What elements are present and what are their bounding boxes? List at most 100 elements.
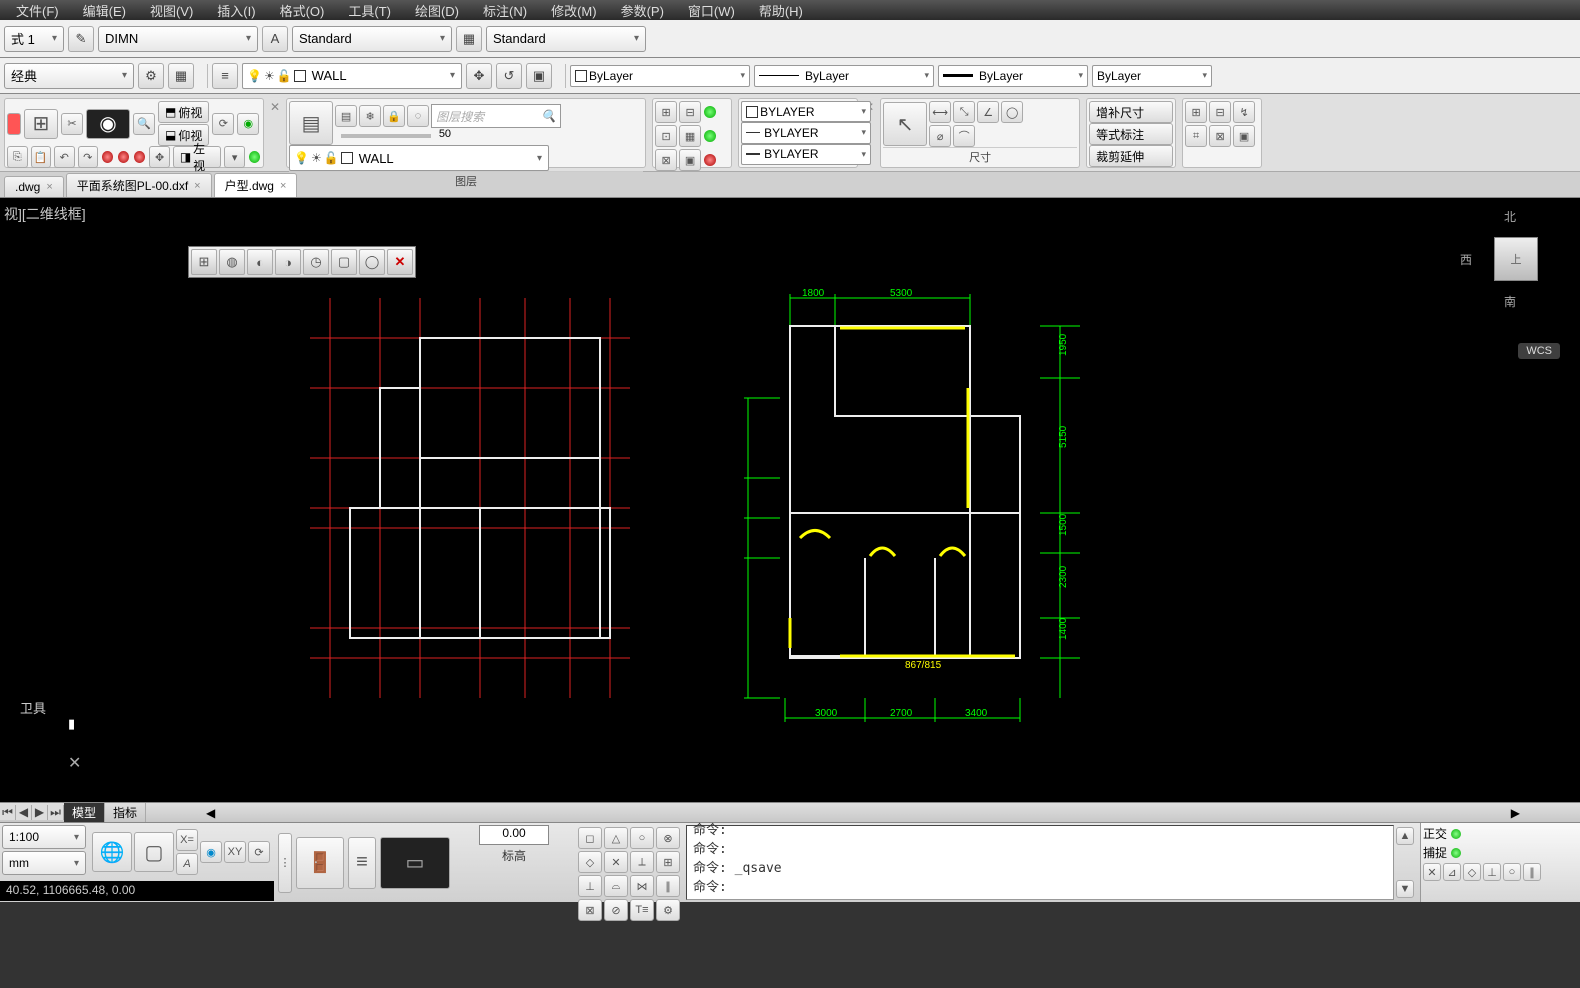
dim-arc-icon[interactable]: ⌒ bbox=[953, 125, 975, 147]
tab-first-icon[interactable]: ⏮ bbox=[0, 805, 16, 820]
snap-label[interactable]: 捕捉 bbox=[1423, 844, 1447, 861]
ft-grid-icon[interactable]: ⊞ bbox=[191, 249, 217, 275]
menu-file[interactable]: 文件(F) bbox=[4, 1, 71, 20]
copy-icon[interactable]: ⎘ bbox=[7, 146, 28, 168]
a-italic-icon[interactable]: A bbox=[176, 853, 198, 875]
pencil-icon[interactable]: ✎ bbox=[68, 26, 94, 52]
compass-s[interactable]: 南 bbox=[1460, 293, 1560, 310]
tool-c-icon[interactable]: ↯ bbox=[1233, 101, 1255, 123]
scroll-right-icon[interactable]: ▶ bbox=[1511, 806, 1520, 820]
tab-next-icon[interactable]: ▶ bbox=[32, 805, 48, 820]
globe-icon[interactable]: 🌐 bbox=[92, 832, 132, 872]
layer-search-input[interactable]: 图层搜索🔍 bbox=[431, 104, 561, 128]
layer-states-icon[interactable]: ▤ bbox=[335, 105, 357, 127]
snap-set-icon[interactable]: ⚙ bbox=[656, 899, 680, 921]
viewcube-icon[interactable]: ▾ bbox=[224, 146, 245, 168]
snap-none-icon[interactable]: ⊘ bbox=[604, 899, 628, 921]
stamp-icon[interactable]: ⊞ bbox=[24, 109, 58, 139]
layer-big-icon[interactable]: ▤ bbox=[289, 101, 333, 145]
dim-aligned-icon[interactable]: ⤡ bbox=[953, 101, 975, 123]
st-d-icon[interactable]: ⊥ bbox=[1483, 863, 1501, 881]
led-1-icon[interactable] bbox=[704, 106, 716, 118]
text-style-combo-2[interactable]: Standard bbox=[486, 26, 646, 52]
doc-tab-3[interactable]: 户型.dwg× bbox=[214, 173, 298, 197]
dim-cursor-icon[interactable]: ↖ bbox=[883, 102, 927, 146]
color-combo[interactable]: ByLayer bbox=[570, 65, 750, 87]
bylayer-combo-2[interactable]: BYLAYER bbox=[741, 122, 871, 143]
layer-lock-icon[interactable]: 🔒 bbox=[383, 105, 405, 127]
layout-tab[interactable]: 指标 bbox=[105, 803, 146, 822]
xy-icon[interactable]: XY bbox=[224, 841, 246, 863]
dim-linear-icon[interactable]: ⟷ bbox=[929, 101, 951, 123]
snap-cen-icon[interactable]: ○ bbox=[630, 827, 654, 849]
ortho-led-icon[interactable] bbox=[1451, 829, 1461, 839]
layer-ribbon-combo[interactable]: 💡 ☀ 🔓 WALL bbox=[289, 145, 549, 171]
bylayer-combo-1[interactable]: BYLAYER bbox=[741, 101, 871, 122]
go-dot-icon[interactable] bbox=[249, 151, 260, 163]
close-icon[interactable]: × bbox=[46, 181, 52, 193]
transparency-slider[interactable] bbox=[341, 134, 431, 138]
menu-help[interactable]: 帮助(H) bbox=[747, 1, 815, 20]
tool-a-icon[interactable]: ⊞ bbox=[1185, 101, 1207, 123]
menu-tools[interactable]: 工具(T) bbox=[336, 1, 403, 20]
tab-last-icon[interactable]: ⏭ bbox=[48, 805, 64, 820]
unit-combo[interactable]: mm bbox=[2, 851, 86, 875]
record-dot-icon[interactable] bbox=[102, 151, 113, 163]
tool-d-icon[interactable]: ⌗ bbox=[1185, 125, 1207, 147]
nav-icon[interactable]: ◉ bbox=[237, 113, 259, 135]
tool-b-icon[interactable]: ⊟ bbox=[1209, 101, 1231, 123]
layer-freeze-icon[interactable]: ❄ bbox=[359, 105, 381, 127]
doc-tab-1[interactable]: .dwg× bbox=[4, 176, 64, 197]
elevation-input[interactable]: 0.00 bbox=[479, 825, 549, 845]
led-2-icon[interactable] bbox=[704, 130, 716, 142]
workspace-save-icon[interactable]: ▦ bbox=[168, 63, 194, 89]
doc-tab-2[interactable]: 平面系统图PL-00.dxf× bbox=[66, 173, 212, 197]
menu-view[interactable]: 视图(V) bbox=[138, 1, 205, 20]
ft-box-icon[interactable]: ▢ bbox=[331, 249, 357, 275]
snap-int-icon[interactable]: ✕ bbox=[604, 851, 628, 873]
undo-icon[interactable]: ↶ bbox=[54, 146, 75, 168]
menu-modify[interactable]: 修改(M) bbox=[539, 1, 609, 20]
redo-icon[interactable]: ↷ bbox=[78, 146, 99, 168]
floating-toolbar[interactable]: ⊞ ◍ ◐ ◑ ◷ ▢ ◯ ✕ bbox=[188, 246, 416, 278]
ortho-label[interactable]: 正交 bbox=[1423, 825, 1447, 842]
dim-name-combo[interactable]: DIMN bbox=[98, 26, 258, 52]
snap-from-icon[interactable]: T≡ bbox=[630, 899, 654, 921]
tool-e-icon[interactable]: ⊠ bbox=[1209, 125, 1231, 147]
panel-close-icon[interactable]: ✕ bbox=[270, 98, 280, 114]
layer-props-icon[interactable]: ≡ bbox=[212, 63, 238, 89]
viewcube-top[interactable]: 上 bbox=[1494, 237, 1538, 281]
snap-node-icon[interactable]: ⊗ bbox=[656, 827, 680, 849]
compass-w[interactable]: 西 bbox=[1460, 251, 1472, 268]
st-c-icon[interactable]: ◇ bbox=[1463, 863, 1481, 881]
snap-ext-icon[interactable]: ⟂ bbox=[630, 851, 654, 873]
zoom-icon[interactable]: 🔍 bbox=[133, 113, 155, 135]
st-a-icon[interactable]: ✕ bbox=[1423, 863, 1441, 881]
command-line[interactable]: 命令: 命令: 命令: _qsave 命令: bbox=[686, 825, 1394, 900]
snap-nea-icon[interactable]: ⋈ bbox=[630, 875, 654, 897]
stop-dot-icon[interactable] bbox=[118, 151, 129, 163]
layer-off-icon[interactable]: ◌ bbox=[407, 105, 429, 127]
linetype-combo[interactable]: ByLayer bbox=[754, 65, 934, 87]
st-b-icon[interactable]: ⊿ bbox=[1443, 863, 1461, 881]
menu-format[interactable]: 格式(O) bbox=[268, 1, 337, 20]
view-label[interactable]: 视][二维线框] bbox=[4, 204, 86, 224]
scroll-left-icon[interactable]: ◀ bbox=[206, 806, 215, 820]
visual-style-icon[interactable]: ◉ bbox=[86, 109, 130, 139]
snap-mid-icon[interactable]: △ bbox=[604, 827, 628, 849]
refresh-icon[interactable]: ⟳ bbox=[248, 841, 270, 863]
ft-sub-icon[interactable]: ◑ bbox=[275, 249, 301, 275]
ft-cyl-icon[interactable]: ◯ bbox=[359, 249, 385, 275]
grid-d-icon[interactable]: ▦ bbox=[679, 125, 701, 147]
snap-per-icon[interactable]: ⊥ bbox=[578, 875, 602, 897]
grid-f-icon[interactable]: ▣ bbox=[679, 149, 701, 171]
layer-current-combo[interactable]: 💡 ☀ 🔓 WALL bbox=[242, 63, 462, 89]
view-cube[interactable]: 北 西 上 南 bbox=[1460, 208, 1560, 338]
viewport-icon[interactable]: ▢ bbox=[134, 832, 174, 872]
wcs-label[interactable]: WCS bbox=[1518, 343, 1560, 359]
cut-icon[interactable]: ✂ bbox=[61, 113, 83, 135]
red-marker-icon[interactable] bbox=[7, 113, 21, 135]
grid-a-icon[interactable]: ⊞ bbox=[655, 101, 677, 123]
dim-angular-icon[interactable]: ∠ bbox=[977, 101, 999, 123]
tab-prev-icon[interactable]: ◀ bbox=[16, 805, 32, 820]
